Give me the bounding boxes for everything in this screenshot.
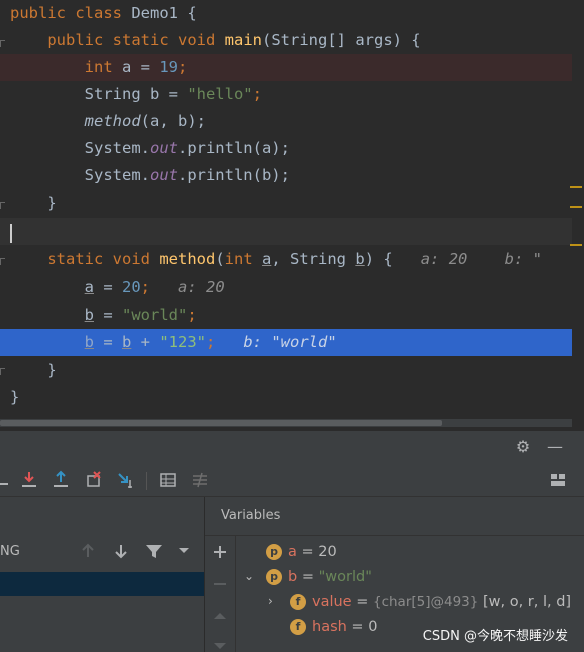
- debug-panel: ⚙ — NG Variables pa = 20 ⌄ p b = "world"…: [0, 430, 584, 652]
- fold-marker-icon[interactable]: [0, 40, 5, 47]
- selected-frame-row[interactable]: [0, 572, 204, 596]
- variable-value: "world": [318, 569, 372, 585]
- chevron-down-icon[interactable]: ⌄: [244, 569, 254, 583]
- arrow-up-icon[interactable]: [212, 608, 228, 624]
- variable-row[interactable]: f hash = 0: [290, 615, 377, 640]
- code-line-15: }: [10, 388, 20, 406]
- step-out-icon[interactable]: [51, 470, 71, 490]
- layout-settings-icon[interactable]: [548, 470, 568, 490]
- chevron-right-icon[interactable]: ›: [268, 594, 273, 608]
- warning-marker[interactable]: [570, 244, 582, 246]
- variable-name: b: [288, 569, 298, 585]
- text-caret: [10, 224, 12, 243]
- code-line-5: method(a, b);: [84, 112, 206, 130]
- equals-sign: =: [346, 619, 369, 635]
- gear-icon[interactable]: ⚙: [513, 437, 533, 457]
- variable-name: value: [312, 594, 352, 610]
- variable-row[interactable]: f value = {char[5]@493} [w, o, r, l, d]: [290, 590, 571, 615]
- warning-marker[interactable]: [570, 186, 582, 188]
- code-line-14: }: [10, 361, 57, 379]
- scrollbar-thumb[interactable]: [0, 420, 442, 426]
- code-line-6: System.out.println(a);: [84, 139, 290, 157]
- code-editor[interactable]: public class Demo1 { public static void …: [0, 0, 584, 430]
- variables-title: Variables: [221, 508, 281, 523]
- equals-sign: =: [296, 544, 319, 560]
- parameter-icon: p: [266, 569, 282, 585]
- variable-name: a: [288, 544, 297, 560]
- variable-value: [w, o, r, l, d]: [478, 594, 572, 610]
- variables-side-toolbar: [205, 536, 236, 652]
- chevron-down-icon[interactable]: [178, 547, 190, 555]
- watermark: CSDN @今晚不想睡沙发: [422, 629, 568, 644]
- field-icon: f: [290, 594, 306, 610]
- current-line: [0, 218, 572, 245]
- arrow-down-icon[interactable]: [113, 543, 129, 559]
- step-into-icon[interactable]: [19, 470, 39, 490]
- evaluate-expression-icon[interactable]: [158, 470, 178, 490]
- arrow-up-icon[interactable]: [80, 543, 96, 559]
- code-line-2: public static void main(String[] args) {: [47, 31, 421, 49]
- thread-label: NG: [0, 544, 20, 559]
- minus-icon[interactable]: [212, 576, 228, 592]
- arrow-down-icon[interactable]: [212, 640, 228, 652]
- horizontal-scrollbar[interactable]: [0, 419, 572, 427]
- equals-sign: =: [351, 594, 373, 610]
- code-line-1: public class Demo1 {: [10, 4, 197, 22]
- run-to-cursor-icon[interactable]: [116, 470, 136, 490]
- field-icon: f: [290, 619, 306, 635]
- variable-name: hash: [312, 619, 347, 635]
- variable-row[interactable]: pb = "world": [266, 565, 372, 590]
- code-line-7: System.out.println(b);: [84, 166, 290, 184]
- fold-marker-icon[interactable]: [0, 258, 5, 265]
- trace-stream-icon[interactable]: [190, 470, 210, 490]
- fold-marker-icon[interactable]: [0, 368, 5, 375]
- frames-panel: NG: [0, 497, 205, 652]
- thread-selector[interactable]: NG: [0, 537, 204, 567]
- breakpoint-line: int a = 19;: [0, 54, 572, 81]
- step-over-icon[interactable]: [0, 470, 16, 490]
- equals-sign: =: [297, 569, 319, 585]
- plus-icon[interactable]: [212, 544, 228, 560]
- debug-header: ⚙ —: [0, 430, 584, 465]
- variables-header: Variables: [205, 497, 584, 536]
- code-line-4: String b = "hello";: [84, 85, 262, 103]
- variable-value: 0: [368, 619, 378, 635]
- code-line-11: a = 20; a: 20: [84, 278, 225, 296]
- code-line-8: }: [10, 194, 57, 212]
- variable-value: 20: [318, 544, 337, 560]
- filter-icon[interactable]: [145, 543, 163, 559]
- debug-toolbar: [0, 464, 584, 497]
- fold-marker-icon[interactable]: [0, 202, 5, 209]
- variable-row[interactable]: pa = 20: [266, 540, 337, 565]
- minimize-icon[interactable]: —: [545, 437, 565, 457]
- variable-type: {char[5]@493}: [372, 594, 479, 610]
- warning-marker[interactable]: [570, 206, 582, 208]
- execution-point-line: b = b + "123"; b: "world": [0, 329, 572, 356]
- toolbar-separator: [146, 472, 147, 490]
- error-stripe[interactable]: [570, 0, 584, 430]
- code-line-10: static void method(int a, String b) { a:…: [47, 250, 543, 268]
- drop-frame-icon[interactable]: [84, 470, 104, 490]
- code-line-12: b = "world";: [84, 306, 197, 324]
- parameter-icon: p: [266, 544, 282, 560]
